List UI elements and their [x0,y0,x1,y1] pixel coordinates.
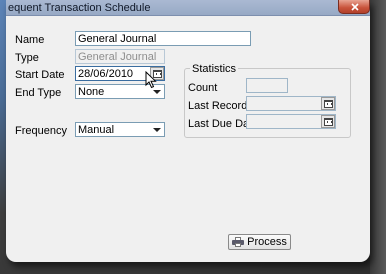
start-date-label: Start Date [15,69,65,81]
process-button[interactable]: Process [228,234,291,250]
frequency-select[interactable]: Manual [75,122,165,137]
process-button-label: Process [247,236,287,248]
frequency-label: Frequency [15,125,67,137]
count-label: Count [188,82,218,94]
end-type-value: None [78,86,105,98]
chevron-down-icon [153,89,161,94]
window-title: equent Transaction Schedule [8,2,151,14]
type-field: General Journal [75,49,165,64]
frequency-value: Manual [78,124,115,136]
printer-icon [232,237,245,247]
count-field [246,78,288,93]
start-date-value: 28/06/2010 [78,68,134,80]
title-bar[interactable]: equent Transaction Schedule [6,0,370,16]
name-field[interactable]: General Journal [75,31,251,46]
close-icon [351,3,359,11]
mouse-pointer-icon [145,71,157,89]
close-button[interactable] [338,0,370,14]
end-type-label: End Type [15,87,62,99]
name-label: Name [15,34,45,46]
schedule-dialog: equent Transaction Schedule Name General… [6,0,370,262]
last-recorded-calendar-button[interactable] [321,97,335,110]
calendar-icon [323,99,333,108]
last-due-date-calendar-button[interactable] [321,115,335,128]
type-label: Type [15,52,39,64]
statistics-legend: Statistics [190,63,239,75]
frequency-dropdown-button[interactable] [150,123,164,136]
calendar-icon [323,117,333,126]
chevron-down-icon [153,127,161,132]
backdrop-edge [370,0,386,274]
